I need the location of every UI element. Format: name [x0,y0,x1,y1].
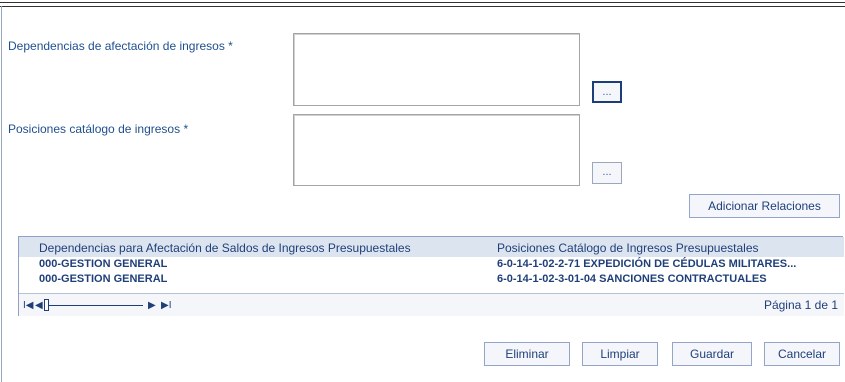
dependencias-label: Dependencias de afectación de ingresos * [8,39,233,53]
dependencias-textarea[interactable] [293,33,580,106]
grid-header: Dependencias para Afectación de Saldos d… [19,237,844,257]
column-header-posiciones[interactable]: Posiciones Catálogo de Ingresos Presupue… [497,241,759,255]
top-border-inner [0,6,845,7]
cancelar-button[interactable]: Cancelar [764,342,840,366]
relaciones-grid: Dependencias para Afectación de Saldos d… [18,236,844,316]
cell-dependencia: 000-GESTION GENERAL [39,273,168,285]
left-border [1,6,2,382]
form-frame: Dependencias de afectación de ingresos *… [0,0,845,382]
posiciones-textarea[interactable] [293,114,580,186]
table-row[interactable]: 000-GESTION GENERAL 6-0-14-1-02-3-01-04 … [19,274,844,285]
cell-posicion: 6-0-14-1-02-3-01-04 SANCIONES CONTRACTUA… [497,273,767,285]
column-header-dependencias[interactable]: Dependencias para Afectación de Saldos d… [39,241,411,255]
grid-pager: I◀ ◀ ▶ ▶I Página 1 de 1 [19,293,844,316]
eliminar-button[interactable]: Eliminar [484,342,570,366]
posiciones-browse-button[interactable]: ... [592,162,622,184]
limpiar-button[interactable]: Limpiar [582,342,658,366]
page-indicator: Página 1 de 1 [763,298,838,312]
posiciones-label: Posiciones catálogo de ingresos * [8,122,189,136]
top-border [0,2,845,3]
last-page-icon[interactable]: ▶I [161,300,171,311]
page-slider-thumb[interactable] [44,299,49,311]
page-slider-track[interactable] [47,305,143,306]
cell-posicion: 6-0-14-1-02-2-71 EXPEDICIÓN DE CÉDULAS M… [497,258,797,270]
prev-page-icon[interactable]: ◀ [35,300,43,311]
table-row[interactable]: 000-GESTION GENERAL 6-0-14-1-02-2-71 EXP… [19,259,844,270]
guardar-button[interactable]: Guardar [672,342,752,366]
next-page-icon[interactable]: ▶ [148,300,156,311]
adicionar-relaciones-button[interactable]: Adicionar Relaciones [689,194,840,218]
dependencias-browse-button[interactable]: ... [592,81,622,103]
first-page-icon[interactable]: I◀ [23,300,33,311]
cell-dependencia: 000-GESTION GENERAL [39,258,168,270]
